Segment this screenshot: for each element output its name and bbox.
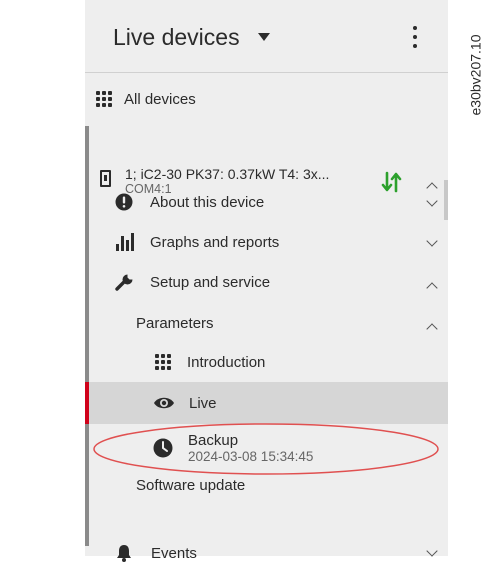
- highlight-annotation: [93, 423, 439, 475]
- highlight-ellipse: [93, 423, 439, 475]
- figure-code-label: e30bv207.10: [467, 34, 483, 116]
- figure-code: e30bv207.10: [460, 20, 490, 130]
